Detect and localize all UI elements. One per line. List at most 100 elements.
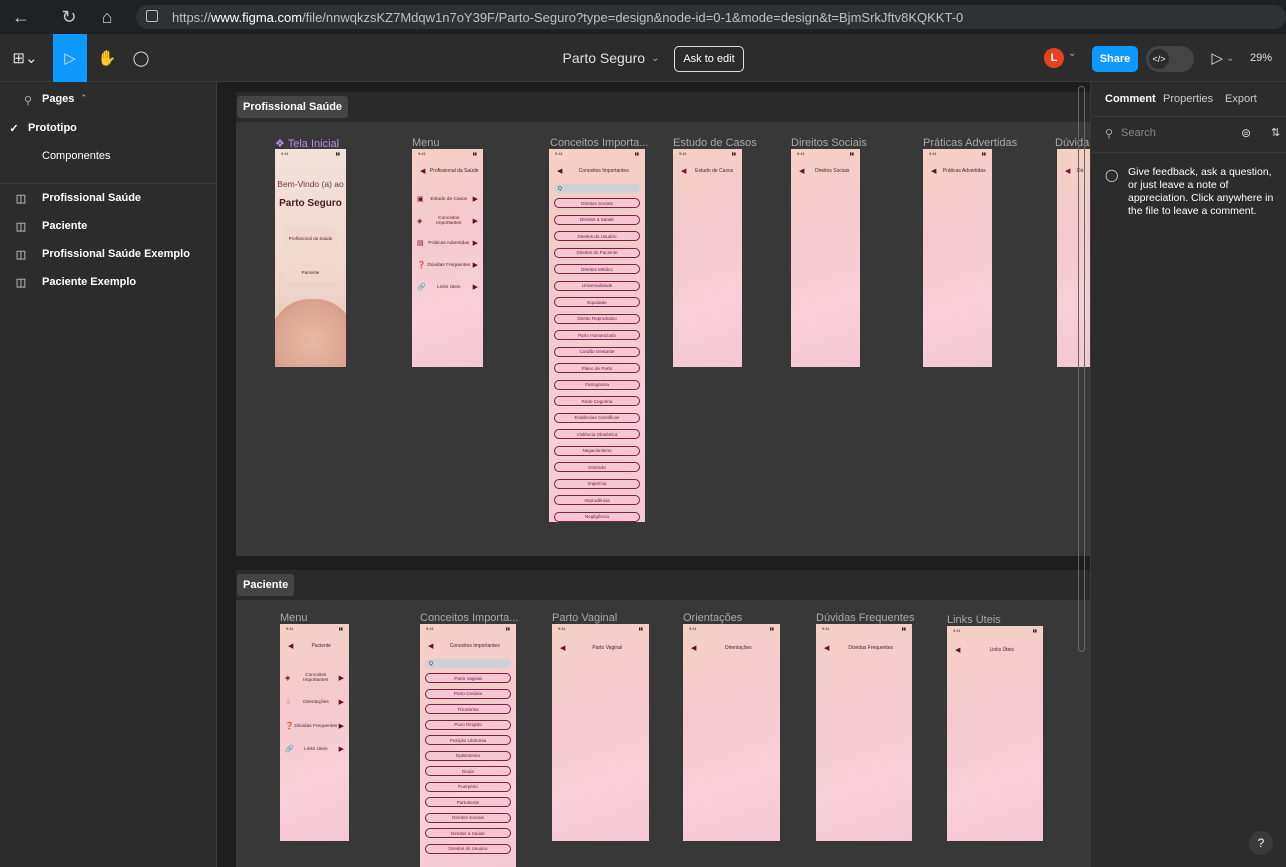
menu-item[interactable]: ◈ Conceitos Importantes ▶ bbox=[417, 215, 478, 227]
frame-direitos-sociais[interactable]: 9:41 ▮▮ ◀ Direitos Sociais bbox=[791, 149, 860, 367]
file-name[interactable]: Parto Seguro ⌄ bbox=[556, 34, 666, 82]
menu-item[interactable]: ❓ Dúvidas Frequentes ▶ bbox=[417, 259, 478, 271]
concept-pill[interactable]: Posição Litotomia bbox=[425, 735, 511, 745]
concept-pill[interactable]: Parto Cesária bbox=[425, 688, 511, 699]
layer-item[interactable]: ◫ Paciente Exemplo bbox=[0, 268, 217, 296]
concept-pill[interactable]: Parto Vaginal bbox=[425, 673, 511, 683]
concept-pill[interactable]: Episiotomia bbox=[425, 750, 511, 761]
frame-duvidas-frequentes[interactable]: 9:41 ▮▮ ◀ Dúvidas Frequentes bbox=[816, 624, 912, 841]
frame-title[interactable]: Práticas Advertidas bbox=[923, 137, 1017, 149]
concept-pill[interactable]: Cordão Gestante bbox=[554, 346, 640, 357]
ask-to-edit-button[interactable]: Ask to edit bbox=[674, 46, 744, 72]
concept-pill[interactable]: Violência Obstétrica bbox=[554, 429, 640, 439]
frame-conceitos-paciente[interactable]: 9:41 ▮▮ ◀ Conceitos Importantes Q Parto Va… bbox=[420, 624, 516, 867]
filter-icon[interactable]: ⊜ bbox=[1241, 126, 1251, 140]
menu-item[interactable]: 🔗 Links Úteis ▶ bbox=[285, 743, 344, 755]
layer-item[interactable]: ◫ Profissional Saúde bbox=[0, 184, 217, 212]
section-label[interactable]: Paciente bbox=[237, 574, 295, 596]
menu-item[interactable]: ▣ Estudo de Casos ▶ bbox=[417, 193, 478, 205]
frame-title[interactable]: Conceitos Importa... bbox=[420, 612, 525, 624]
frame-parto-vaginal[interactable]: 9:41 ▮▮ ◀ Parto Vaginal bbox=[552, 624, 649, 841]
concept-pill[interactable]: Direito Reprodutivo bbox=[554, 313, 640, 324]
concept-pill[interactable]: Negacionismo bbox=[554, 445, 640, 456]
menu-item[interactable]: ◈ Conceitos Importantes ▶ bbox=[285, 672, 344, 684]
concept-pill[interactable]: Direitos do Usuário bbox=[554, 231, 640, 241]
layer-item[interactable]: ◫ Profissional Saúde Exemplo bbox=[0, 240, 217, 268]
frame-orientacoes[interactable]: 9:41 ▮▮ ◀ Orientações bbox=[683, 624, 780, 841]
sort-icon[interactable]: ⇅ bbox=[1271, 126, 1280, 139]
search-input[interactable]: Q bbox=[554, 184, 640, 193]
patient-button[interactable]: Paciente bbox=[284, 261, 337, 283]
page-item-prototipo[interactable]: ✓ Prototipo bbox=[0, 114, 217, 142]
layer-item[interactable]: ◫ Paciente bbox=[0, 212, 217, 240]
frame-title[interactable]: Direitos Sociais bbox=[791, 137, 867, 149]
frame-praticas-advertidas[interactable]: 9:41 ▮▮ ◀ Práticas Advertidas bbox=[923, 149, 992, 367]
tab-properties[interactable]: Properties bbox=[1163, 93, 1213, 105]
search-input[interactable]: Q bbox=[425, 659, 511, 668]
chevron-down-icon[interactable]: ⌄ bbox=[1068, 48, 1076, 59]
figma-menu-icon[interactable]: ⊞⌄ bbox=[6, 34, 44, 82]
pages-label[interactable]: Pages bbox=[42, 93, 74, 105]
frame-title[interactable]: Estudo de Casos bbox=[673, 137, 757, 149]
professional-button[interactable]: Profissional da Saúde bbox=[284, 227, 337, 249]
chevron-up-icon[interactable]: ⌃ bbox=[80, 93, 88, 104]
menu-item[interactable]: ▤ Práticas Advertidas ▶ bbox=[417, 237, 478, 249]
home-icon[interactable]: ⌂ bbox=[92, 2, 122, 32]
concept-pill[interactable]: Negligência bbox=[554, 511, 640, 522]
concept-pill[interactable]: Omissão bbox=[554, 462, 640, 472]
tab-comment[interactable]: Comment bbox=[1105, 93, 1156, 105]
menu-item[interactable]: ❓ Dúvidas Frequentes ▶ bbox=[285, 720, 344, 732]
tab-export[interactable]: Export bbox=[1225, 93, 1257, 105]
frame-title[interactable]: Conceitos Importa... bbox=[550, 137, 660, 149]
frame-title[interactable]: Menu bbox=[280, 612, 308, 624]
concept-pill[interactable]: Imperícia bbox=[554, 478, 640, 489]
concept-pill[interactable]: Equidade bbox=[554, 297, 640, 307]
search-icon[interactable]: ⚲ bbox=[24, 94, 32, 107]
avatar[interactable]: L bbox=[1044, 48, 1064, 68]
frame-title[interactable]: Dúvidas Frequentes bbox=[816, 612, 914, 624]
concept-pill[interactable]: Partograma bbox=[554, 379, 640, 390]
concept-pill[interactable]: Puxo Dirigido bbox=[425, 719, 511, 730]
comment-search-input[interactable]: Search bbox=[1121, 127, 1156, 139]
design-canvas[interactable]: Profissional Saúde ❖ Tela Inicial Menu C… bbox=[217, 82, 1090, 867]
frame-menu[interactable]: 9:41 ▮▮ ◀ Profissional da Saúde ▣ Estudo de… bbox=[412, 149, 483, 367]
concept-pill[interactable]: Plano de Parto bbox=[554, 363, 640, 373]
canvas-scrollbar[interactable] bbox=[1078, 86, 1085, 652]
concept-pill[interactable]: Direitos Médico bbox=[554, 264, 640, 274]
section-label[interactable]: Profissional Saúde bbox=[237, 96, 349, 118]
frame-title[interactable]: Links Úteis bbox=[947, 614, 1001, 626]
frame-menu-paciente[interactable]: 9:41 ▮▮ ◀ Paciente ◈ Conceitos Importantes ▶… bbox=[280, 624, 349, 841]
concept-pill[interactable]: Parturiente bbox=[425, 797, 511, 807]
frame-conceitos[interactable]: 9:41 ▮▮ ◀ Conceitos Importantes Q Direitos… bbox=[549, 149, 645, 522]
frame-title[interactable]: Orientações bbox=[683, 612, 742, 624]
frame-tela-inicial[interactable]: 9:41 ▮▮ Bem-Vindo (a) ao Parto Seguro Pro… bbox=[275, 149, 346, 367]
frame-duvidas[interactable]: ◀ Dú bbox=[1057, 149, 1090, 367]
concept-pill[interactable]: Puerpério bbox=[425, 781, 511, 792]
concept-pill[interactable]: Tricotomia bbox=[425, 704, 511, 714]
frame-links-uteis[interactable]: 9:41 ▮▮ ◀ Links Úteis bbox=[947, 626, 1043, 841]
comment-tool-icon[interactable]: ◯ bbox=[124, 34, 158, 82]
frame-estudo-casos[interactable]: 9:41 ▮▮ ◀ Estudo de Casos bbox=[673, 149, 742, 367]
frame-title[interactable]: Menu bbox=[412, 137, 440, 149]
concept-pill[interactable]: Parto Humanizado bbox=[554, 330, 640, 340]
share-button[interactable]: Share bbox=[1092, 46, 1138, 72]
page-item-componentes[interactable]: Componentes bbox=[0, 142, 217, 170]
menu-item[interactable]: 🔗 Links Úteis ▶ bbox=[417, 281, 478, 293]
present-icon[interactable]: ▷ ⌄ bbox=[1208, 34, 1238, 82]
move-tool-icon[interactable]: ▷ bbox=[53, 34, 87, 82]
concept-pill[interactable]: Imprudência bbox=[554, 495, 640, 505]
reload-icon[interactable]: ↻ bbox=[54, 2, 84, 32]
menu-item[interactable]: ♢ Orientações ▶ bbox=[285, 696, 344, 708]
concept-pill[interactable]: Direitos à Saúde bbox=[554, 214, 640, 225]
concept-pill[interactable]: Direitos do Paciente bbox=[554, 247, 640, 258]
concept-pill[interactable]: Doula bbox=[425, 766, 511, 776]
back-arrow-icon[interactable]: ← bbox=[6, 2, 36, 32]
concept-pill[interactable]: Direitos Sociais bbox=[554, 198, 640, 208]
hand-tool-icon[interactable]: ✋ bbox=[90, 34, 124, 82]
zoom-level[interactable]: 29% bbox=[1250, 34, 1286, 82]
concept-pill[interactable]: Evidências Científicas bbox=[554, 412, 640, 423]
help-button[interactable]: ? bbox=[1249, 831, 1273, 855]
site-info-icon[interactable] bbox=[146, 10, 158, 22]
dev-mode-toggle[interactable]: </> bbox=[1146, 46, 1194, 72]
address-bar[interactable]: https://www.figma.com/file/nnwqkzsKZ7Mdq… bbox=[136, 5, 1286, 29]
